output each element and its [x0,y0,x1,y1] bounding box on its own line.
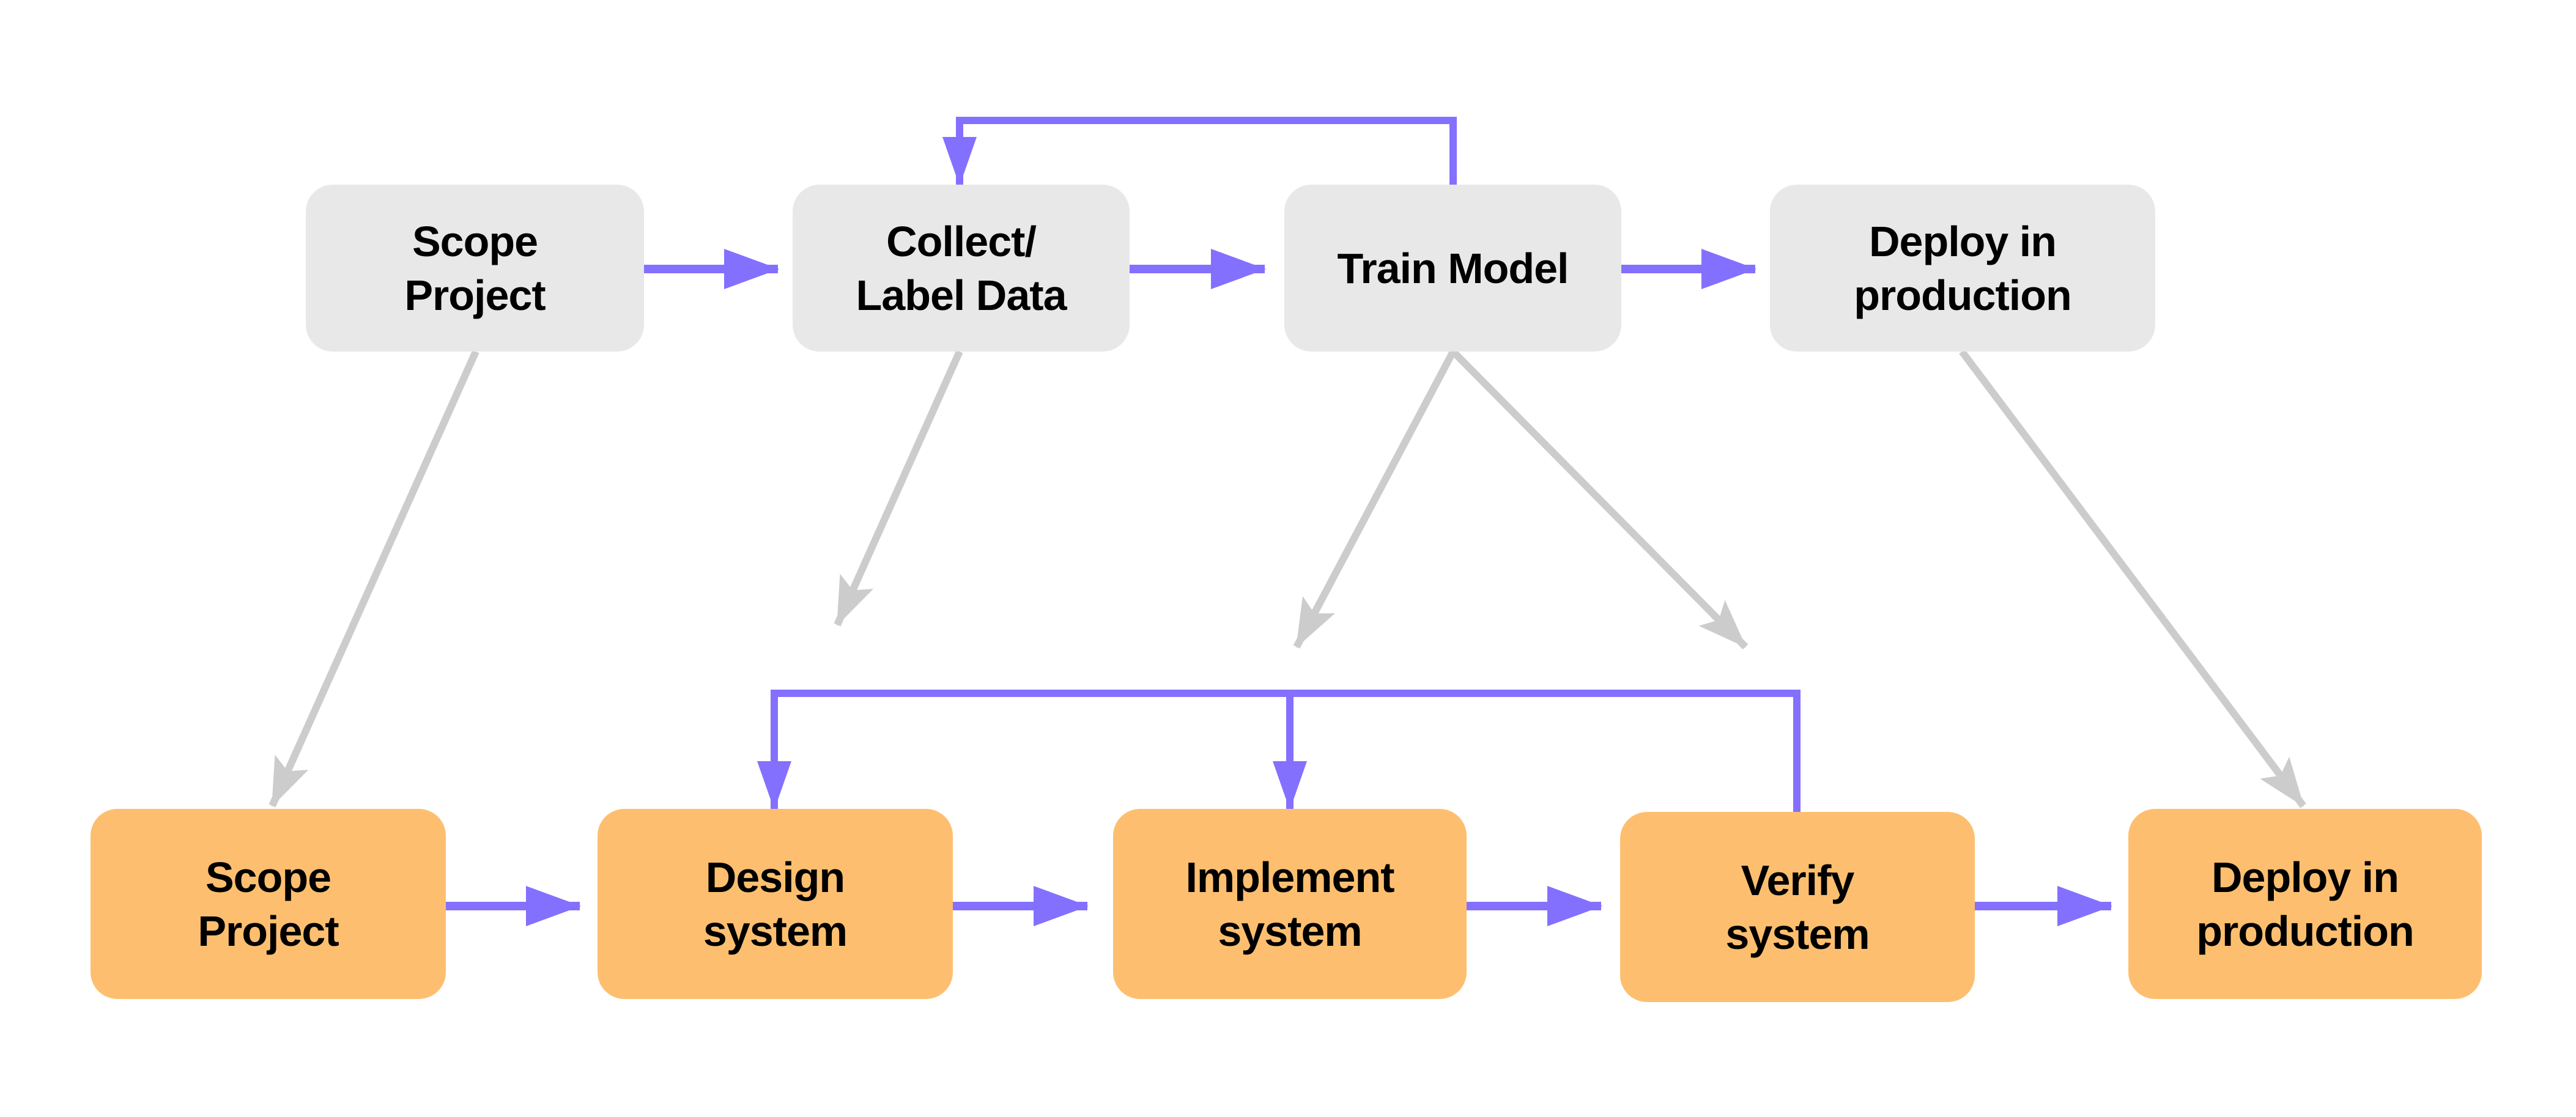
mapping-arrow-scope [268,350,479,808]
ml-node-train-model: Train Model [1284,185,1621,352]
node-label: Implement system [1185,853,1394,955]
node-label: Deploy in production [1854,217,2071,319]
ml-node-deploy-in-production: Deploy in production [1770,185,2155,352]
mapping-arrow-train-left [1293,350,1457,649]
feedback-arrow-train-to-collect [942,117,1457,186]
sw-node-design-system: Design system [598,809,953,999]
ml-node-scope-project: Scope Project [306,185,644,352]
node-label: Collect/ Label Data [856,217,1067,319]
node-label: Deploy in production [2196,853,2414,955]
node-label: Scope Project [198,853,339,955]
feedback-line-verify [774,690,1801,812]
sw-node-implement-system: Implement system [1113,809,1467,999]
node-label: Verify system [1725,856,1870,958]
sw-node-verify-system: Verify system [1620,812,1975,1002]
sw-node-scope-project: Scope Project [91,809,446,999]
sw-node-deploy-in-production: Deploy in production [2128,809,2482,999]
software-feedback-loop [757,690,1801,812]
ml-feedback-loop [942,117,1457,186]
node-label: Scope Project [404,217,546,319]
mapping-arrow-deploy [1959,349,2306,808]
mapping-arrow-train-right [1450,348,1749,650]
node-label: Train Model [1337,244,1569,292]
node-label: Design system [703,853,848,955]
ml-node-collect-label-data: Collect/ Label Data [793,185,1130,352]
mapping-arrow-collect [834,350,963,627]
